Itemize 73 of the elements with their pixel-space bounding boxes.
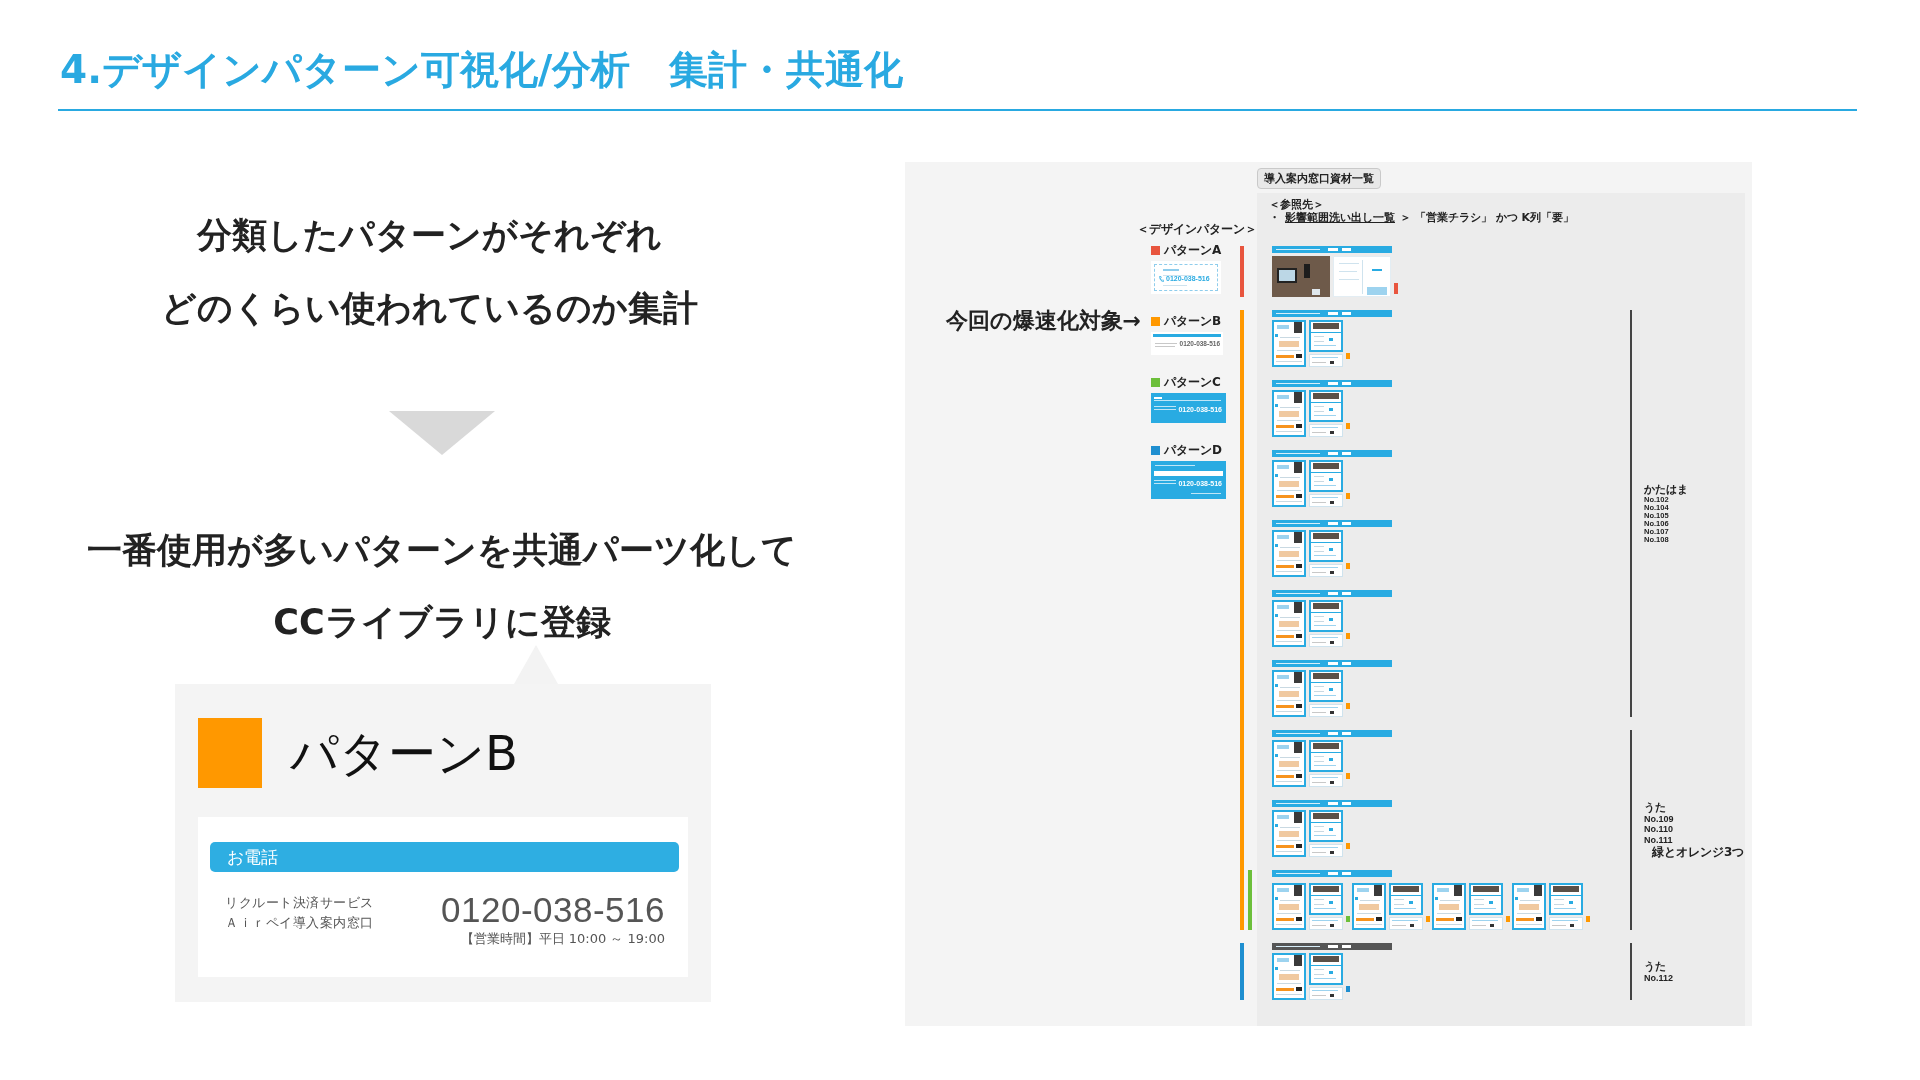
page-drawing xyxy=(1309,530,1343,562)
contact-heading: お電話 xyxy=(210,842,679,872)
page-drawing xyxy=(1333,256,1391,297)
leaflet-drawing xyxy=(1272,530,1306,577)
business-hours: 【営業時間】平日 10:00 ～ 19:00 xyxy=(460,930,665,947)
note-comment: 緑とオレンジ3つ xyxy=(1650,845,1745,860)
leaflet-drawing xyxy=(1432,883,1466,930)
note-item: No.111 xyxy=(1644,834,1673,846)
board-title-tag: 導入案内窓口資材一覧 xyxy=(1257,168,1381,189)
reference-heading: ＜参照先＞ xyxy=(1269,198,1324,211)
leaflet-drawing xyxy=(1272,460,1306,507)
page-drawing xyxy=(1309,883,1343,915)
banner-drawing xyxy=(1309,774,1343,787)
service-name: リクルート決済サービス xyxy=(225,894,374,912)
banner-drawing xyxy=(1309,917,1343,930)
note-author: うた xyxy=(1644,959,1666,973)
banner-drawing xyxy=(1309,424,1343,437)
page-drawing xyxy=(1549,883,1583,915)
leaflet-drawing xyxy=(1272,320,1306,367)
reference-line: ・ 影響範囲洗い出し一覧 ＞ 「営業チラシ」 かつ K列「要」 xyxy=(1269,211,1574,224)
leaflet-drawing xyxy=(1352,883,1386,930)
note-item: No.112 xyxy=(1644,972,1674,984)
note-author: かたはま xyxy=(1644,483,1688,496)
phone-number: 0120-038-516 xyxy=(441,890,665,930)
banner-drawing xyxy=(1469,917,1503,930)
page-drawing xyxy=(1309,670,1343,702)
note-author: うた xyxy=(1644,800,1666,814)
leaflet-drawing xyxy=(1272,600,1306,647)
page-drawing xyxy=(1469,883,1503,915)
page-drawing xyxy=(1389,883,1423,915)
swatch-icon xyxy=(198,718,262,788)
leaflet-drawing xyxy=(1272,883,1306,930)
banner-drawing xyxy=(1309,634,1343,647)
banner-drawing xyxy=(1309,987,1343,1000)
summary-line: どのくらい使われているのか集計 xyxy=(160,287,698,330)
leaflet-drawing xyxy=(1272,953,1306,1000)
phone-icon xyxy=(1159,276,1164,282)
conclusion-line: 一番使用が多いパターンを共通パーツ化して xyxy=(87,529,797,572)
summary-line: 分類したパターンがそれぞれ xyxy=(196,214,662,257)
reference-link[interactable]: 影響範囲洗い出し一覧 xyxy=(1285,211,1395,224)
pattern-label: パターンD xyxy=(1164,443,1222,457)
note-item: No.110 xyxy=(1644,824,1674,835)
banner-drawing xyxy=(1549,917,1583,930)
photo-placeholder xyxy=(1272,256,1330,297)
banner-drawing xyxy=(1309,704,1343,717)
page-drawing xyxy=(1309,600,1343,632)
leaflet-drawing xyxy=(1512,883,1546,930)
page-drawing xyxy=(1309,953,1343,985)
banner-drawing xyxy=(1309,564,1343,577)
legend-heading: ＜デザインパターン＞ xyxy=(1137,222,1257,236)
banner-drawing xyxy=(1309,354,1343,367)
down-triangle-icon xyxy=(389,411,495,455)
pattern-name: パターンB xyxy=(290,724,518,782)
pattern-label: パターンA xyxy=(1164,243,1222,257)
page-drawing xyxy=(1309,740,1343,772)
leaflet-drawing xyxy=(1272,670,1306,717)
leaflet-drawing xyxy=(1272,810,1306,857)
note-item: No.109 xyxy=(1644,813,1674,825)
page-drawing xyxy=(1309,320,1343,352)
page-drawing xyxy=(1309,460,1343,492)
pattern-label: パターンC xyxy=(1164,375,1221,389)
banner-drawing xyxy=(1389,917,1423,930)
page-title: 4.デザインパターン可視化/分析 集計・共通化 xyxy=(60,47,904,93)
leaflet-drawing xyxy=(1272,740,1306,787)
banner-drawing xyxy=(1309,844,1343,857)
conclusion-line: CCライブラリに登録 xyxy=(273,601,611,644)
banner-drawing xyxy=(1309,494,1343,507)
pattern-label: パターンB xyxy=(1164,314,1222,328)
page-drawing xyxy=(1309,810,1343,842)
callout-label: 今回の爆速化対象→ xyxy=(945,308,1141,334)
leaflet-drawing xyxy=(1272,390,1306,437)
page-drawing xyxy=(1309,390,1343,422)
service-name: Ａｉｒペイ導入案内窓口 xyxy=(225,914,374,932)
